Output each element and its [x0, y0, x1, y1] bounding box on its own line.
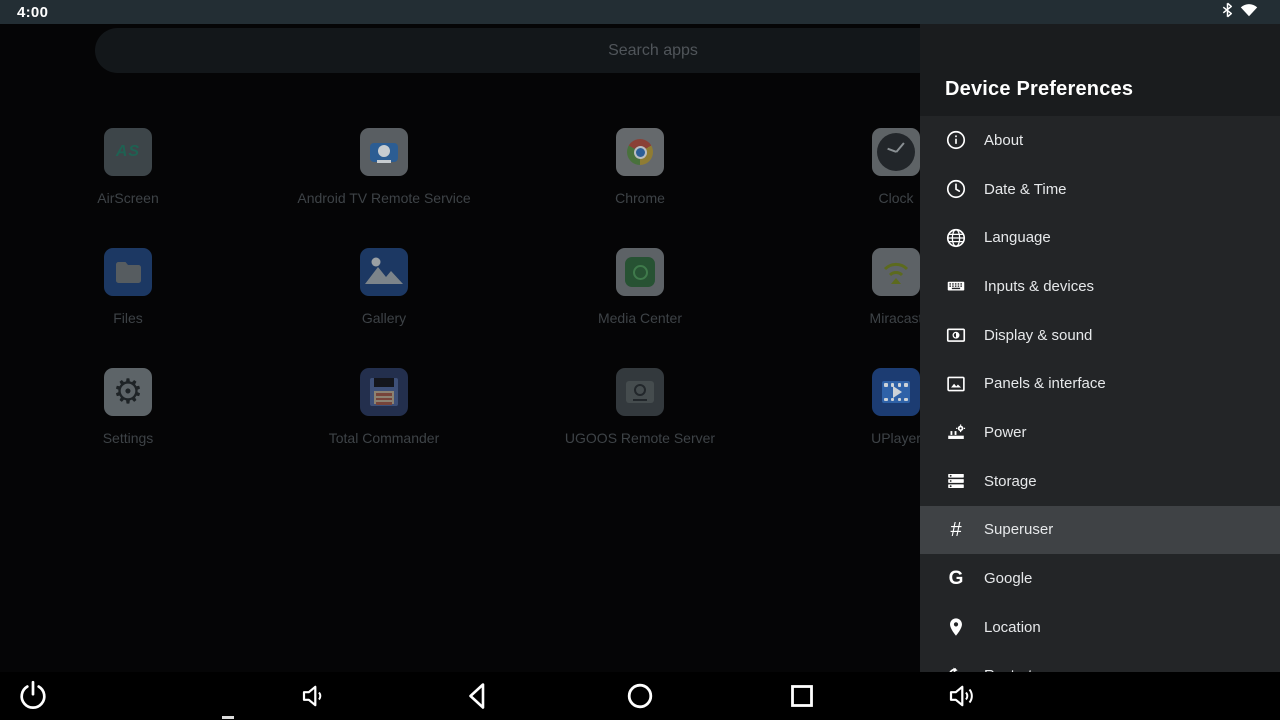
app-settings[interactable]: ⚙ Settings	[8, 368, 248, 446]
ugoos-remote-server-app-icon	[616, 368, 664, 416]
airscreen-app-icon: AS	[104, 128, 152, 176]
recents-icon[interactable]	[782, 676, 822, 716]
hash-icon: #	[944, 518, 968, 542]
settings-app-icon: ⚙	[104, 368, 152, 416]
location-icon	[944, 615, 968, 639]
bluetooth-icon	[1222, 2, 1233, 23]
pref-item-google[interactable]: G Google	[920, 554, 1280, 603]
cursor-artifact	[222, 716, 234, 719]
pref-label: About	[984, 132, 1023, 149]
volume-down-icon[interactable]	[294, 676, 334, 716]
pref-label: Display & sound	[984, 327, 1092, 344]
app-label: Gallery	[264, 310, 504, 326]
android-tv-remote-app-icon	[360, 128, 408, 176]
status-bar: 4:00	[0, 0, 1280, 24]
pref-label: Language	[984, 229, 1051, 246]
app-label: Settings	[8, 430, 248, 446]
clock-app-icon	[872, 128, 920, 176]
gallery-app-icon	[360, 248, 408, 296]
app-label: AirScreen	[8, 190, 248, 206]
pref-item-inputs-devices[interactable]: Inputs & devices	[920, 262, 1280, 311]
total-commander-app-icon	[360, 368, 408, 416]
pref-item-language[interactable]: Language	[920, 213, 1280, 262]
pref-item-display-sound[interactable]: Display & sound	[920, 311, 1280, 360]
pref-label: Power	[984, 424, 1027, 441]
panel-header: Device Preferences	[920, 24, 1280, 116]
globe-icon	[944, 226, 968, 250]
app-label: UGOOS Remote Server	[520, 430, 760, 446]
clock-time: 4:00	[17, 4, 48, 21]
home-icon[interactable]	[620, 676, 660, 716]
preferences-list: About Date & Time Language Inputs & devi…	[920, 116, 1280, 700]
display-icon	[944, 323, 968, 347]
app-label: Media Center	[520, 310, 760, 326]
wifi-icon	[1240, 3, 1258, 22]
app-ugoos-remote-server[interactable]: UGOOS Remote Server	[520, 368, 760, 446]
uplayer-app-icon	[872, 368, 920, 416]
keyboard-icon	[944, 274, 968, 298]
pref-item-superuser[interactable]: # Superuser	[920, 506, 1280, 555]
app-gallery[interactable]: Gallery	[264, 248, 504, 326]
pref-label: Inputs & devices	[984, 278, 1094, 295]
pref-label: Google	[984, 570, 1032, 587]
volume-up-icon[interactable]	[943, 676, 983, 716]
app-label: Chrome	[520, 190, 760, 206]
storage-icon	[944, 469, 968, 493]
app-files[interactable]: Files	[8, 248, 248, 326]
screen: 4:00 Search apps AS AirScreen Android TV…	[0, 0, 1280, 720]
app-media-center[interactable]: Media Center	[520, 248, 760, 326]
media-center-app-icon	[616, 248, 664, 296]
info-icon	[944, 128, 968, 152]
device-preferences-panel: Device Preferences About Date & Time Lan…	[920, 24, 1280, 720]
pref-item-storage[interactable]: Storage	[920, 457, 1280, 506]
pref-item-date-time[interactable]: Date & Time	[920, 165, 1280, 214]
pref-item-about[interactable]: About	[920, 116, 1280, 165]
miracast-app-icon	[872, 248, 920, 296]
back-icon[interactable]	[458, 676, 498, 716]
panel-title: Device Preferences	[945, 78, 1133, 101]
pref-label: Superuser	[984, 521, 1053, 538]
google-icon: G	[944, 567, 968, 591]
files-app-icon	[104, 248, 152, 296]
pref-label: Date & Time	[984, 181, 1067, 198]
panels-icon	[944, 372, 968, 396]
pref-item-location[interactable]: Location	[920, 603, 1280, 652]
search-apps-placeholder: Search apps	[608, 42, 698, 60]
pref-item-panels-interface[interactable]: Panels & interface	[920, 359, 1280, 408]
app-android-tv-remote-service[interactable]: Android TV Remote Service	[264, 128, 504, 206]
app-chrome[interactable]: Chrome	[520, 128, 760, 206]
pref-label: Storage	[984, 473, 1037, 490]
app-total-commander[interactable]: Total Commander	[264, 368, 504, 446]
app-label: Total Commander	[264, 430, 504, 446]
power-icon[interactable]	[13, 676, 53, 716]
pref-item-power[interactable]: Power	[920, 408, 1280, 457]
pref-label: Location	[984, 619, 1041, 636]
clock-icon	[944, 177, 968, 201]
power-settings-icon	[944, 420, 968, 444]
pref-label: Panels & interface	[984, 375, 1106, 392]
app-label: Files	[8, 310, 248, 326]
app-airscreen[interactable]: AS AirScreen	[8, 128, 248, 206]
app-label: Android TV Remote Service	[264, 190, 504, 206]
navigation-bar	[0, 672, 1280, 720]
chrome-app-icon	[616, 128, 664, 176]
